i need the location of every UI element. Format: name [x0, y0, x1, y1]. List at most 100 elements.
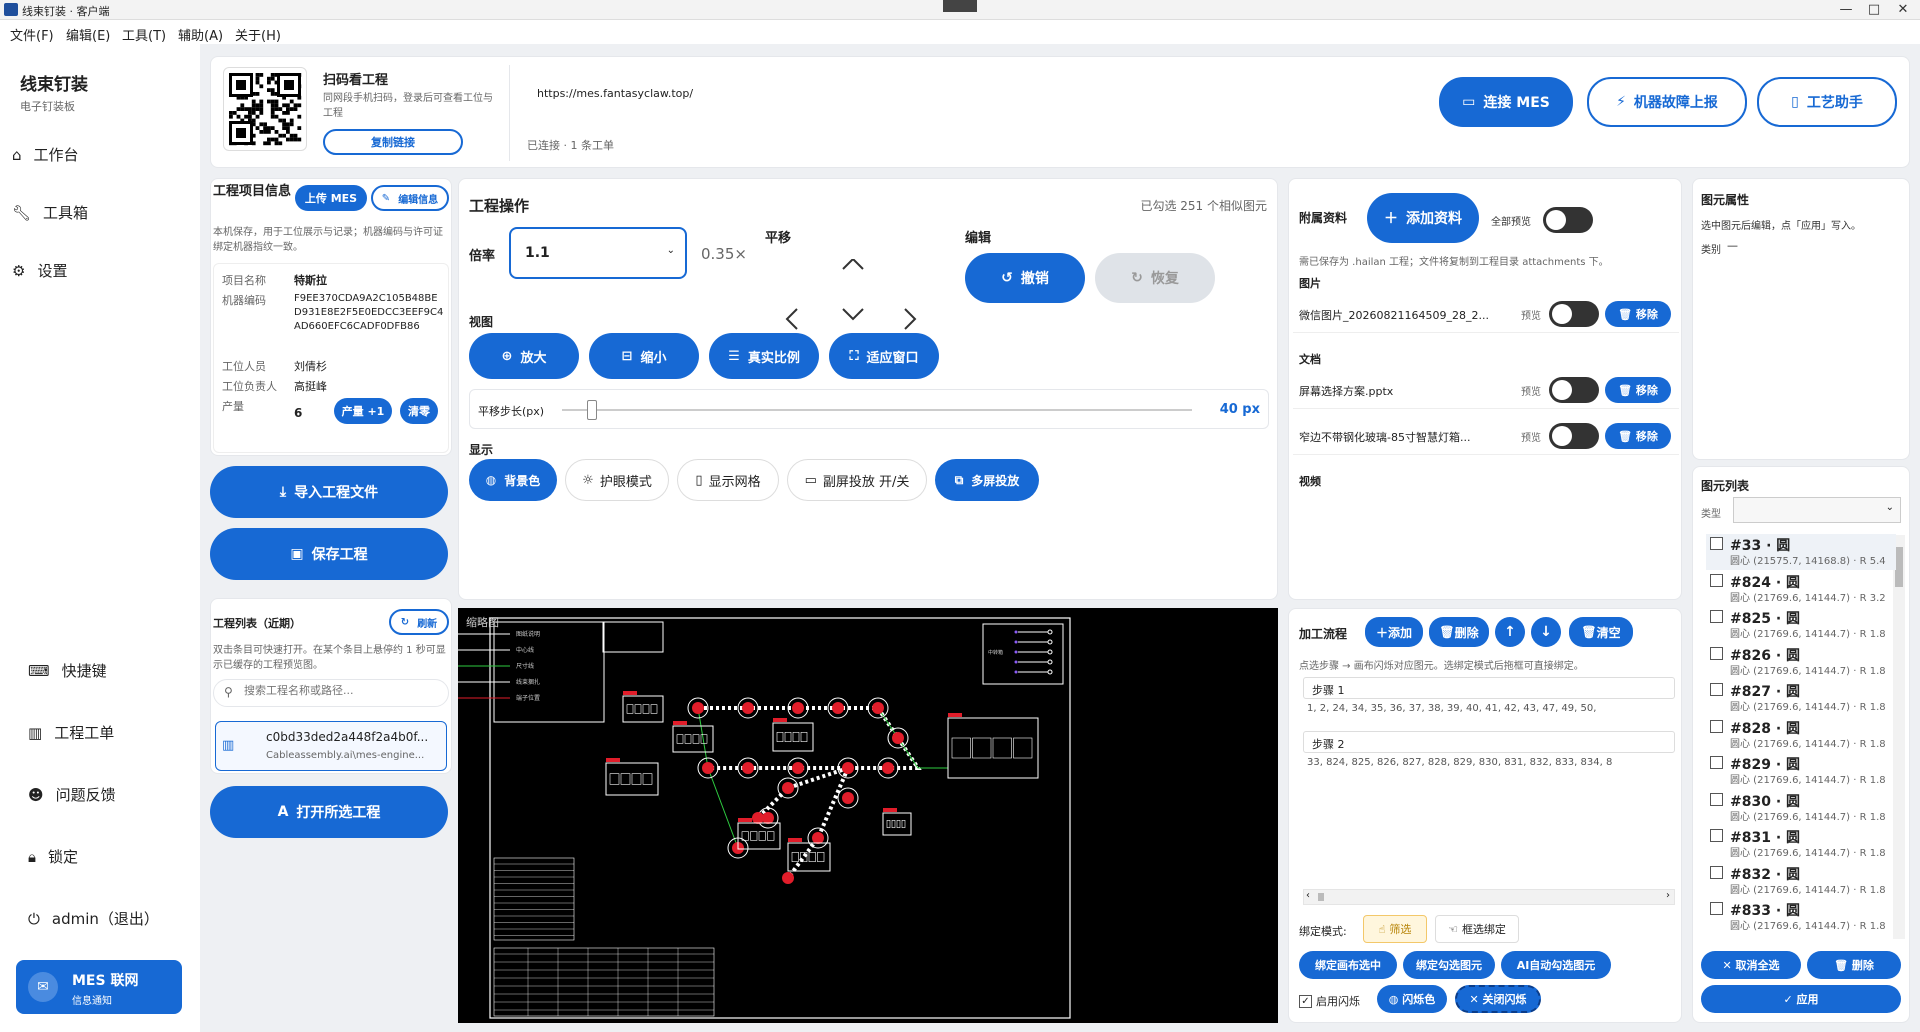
- remove-button[interactable]: 🗑︎ 移除: [1605, 377, 1671, 403]
- close-icon[interactable]: ✕: [1893, 2, 1913, 17]
- filter-button[interactable]: ☝︎ 筛选: [1363, 915, 1427, 943]
- element-row[interactable]: #829 · 圆圆心 (21769.6, 14144.7) · R 1.8: [1706, 753, 1896, 789]
- pan-left-icon[interactable]: [785, 308, 798, 330]
- bind-canvas-button[interactable]: 绑定画布选中: [1299, 951, 1397, 979]
- save-project-button[interactable]: ▣ 保存工程: [210, 528, 448, 580]
- copy-link-button[interactable]: 复制链接: [323, 129, 463, 155]
- scroll-thumb[interactable]: [1318, 893, 1324, 901]
- horizontal-scrollbar[interactable]: ‹ ›: [1303, 889, 1675, 905]
- nav-lock[interactable]: 🔒︎ 锁定: [28, 846, 78, 867]
- menu-edit[interactable]: 编辑(E): [66, 25, 110, 44]
- menu-about[interactable]: 关于(H): [235, 25, 281, 44]
- add-attachment-button[interactable]: ＋ 添加资料: [1367, 193, 1479, 243]
- project-search[interactable]: ⚲: [213, 679, 449, 707]
- checkbox[interactable]: [1710, 646, 1723, 660]
- checkbox[interactable]: [1710, 537, 1723, 550]
- clear-steps-button[interactable]: 🗑︎ 清空: [1569, 617, 1633, 647]
- remove-button[interactable]: 🗑︎ 移除: [1605, 423, 1671, 449]
- import-project-button[interactable]: ⤓ 导入工程文件: [210, 466, 448, 518]
- nav-settings[interactable]: ⚙ 设置: [12, 260, 67, 281]
- ai-select-button[interactable]: AI自动勾选图元: [1501, 951, 1611, 979]
- arrow-up-icon[interactable]: ↑: [1495, 617, 1525, 647]
- close-flash-button[interactable]: ✕ 关闭闪烁: [1455, 985, 1541, 1013]
- checkbox[interactable]: [1710, 610, 1723, 623]
- checkbox[interactable]: [1710, 756, 1723, 769]
- edit-info-button[interactable]: ✎ 编辑信息: [371, 185, 449, 211]
- pan-up-icon[interactable]: [842, 259, 864, 270]
- arrow-down-icon[interactable]: ↓: [1531, 617, 1561, 647]
- upload-mes-button[interactable]: 上传 MES: [295, 185, 367, 211]
- cancel-all-button[interactable]: ✕ 取消全选: [1701, 951, 1801, 979]
- add-step-button[interactable]: ＋添加: [1365, 617, 1423, 647]
- element-row[interactable]: #832 · 圆圆心 (21769.6, 14144.7) · R 1.8: [1706, 863, 1896, 899]
- report-fault-button[interactable]: ⚡︎ 机器故障上报: [1587, 77, 1747, 127]
- checkbox[interactable]: [1710, 902, 1723, 915]
- show-grid-button[interactable]: ▯ 显示网格: [677, 459, 779, 501]
- element-row[interactable]: #826 · 圆圆心 (21769.6, 14144.7) · R 1.8: [1706, 644, 1896, 680]
- preview-all-toggle[interactable]: [1543, 207, 1593, 233]
- slider-thumb[interactable]: [587, 400, 598, 420]
- preview-toggle[interactable]: [1549, 423, 1599, 449]
- step-item[interactable]: 步骤 1 1, 2, 24, 34, 35, 36, 37, 38, 39, 4…: [1303, 677, 1675, 721]
- maximize-icon[interactable]: □: [1864, 2, 1884, 17]
- element-row[interactable]: #824 · 圆圆心 (21769.6, 14144.7) · R 3.2: [1706, 571, 1896, 607]
- step-item[interactable]: 步骤 2 33, 824, 825, 826, 827, 828, 829, 8…: [1303, 731, 1675, 775]
- element-row[interactable]: #33 · 圆圆心 (21575.7, 14168.8) · R 5.4: [1706, 534, 1896, 570]
- menu-assist[interactable]: 辅助(A): [178, 25, 223, 44]
- checkbox[interactable]: [1710, 719, 1723, 733]
- bind-checked-button[interactable]: 绑定勾选图元: [1403, 951, 1495, 979]
- nav-toolbox[interactable]: 🔧︎ 工具箱: [12, 202, 88, 223]
- element-row[interactable]: #831 · 圆圆心 (21769.6, 14144.7) · R 1.8: [1706, 826, 1896, 862]
- search-input[interactable]: [244, 684, 444, 697]
- bg-color-button[interactable]: ◍ 背景色: [469, 459, 557, 501]
- element-row[interactable]: #830 · 圆圆心 (21769.6, 14144.7) · R 1.8: [1706, 790, 1896, 826]
- remove-button[interactable]: 🗑︎ 移除: [1605, 301, 1671, 327]
- scroll-left-icon[interactable]: ‹: [1306, 890, 1310, 901]
- scroll-right-icon[interactable]: ›: [1666, 890, 1670, 901]
- flash-enable-checkbox[interactable]: ✓ 启用闪烁: [1299, 993, 1360, 1009]
- multi-screen-button[interactable]: ⧉ 多屏投放: [935, 459, 1039, 501]
- preview-toggle[interactable]: [1549, 377, 1599, 403]
- flash-color-button[interactable]: ◍ 闪烁色: [1377, 985, 1447, 1013]
- nav-workbench[interactable]: ⌂ 工作台: [12, 144, 79, 165]
- nav-feedback[interactable]: ☻ 问题反馈: [28, 784, 116, 805]
- output-plus-button[interactable]: 产量 +1: [334, 398, 392, 424]
- output-clear-button[interactable]: 清零: [400, 398, 438, 424]
- mes-url[interactable]: https://mes.fantasyclaw.top/: [537, 87, 693, 100]
- type-filter-select[interactable]: ⌄: [1733, 497, 1901, 523]
- element-row[interactable]: #827 · 圆圆心 (21769.6, 14144.7) · R 1.8: [1706, 680, 1896, 716]
- real-scale-button[interactable]: ☰ 真实比例: [709, 333, 819, 379]
- open-project-button[interactable]: A 打开所选工程: [210, 786, 448, 838]
- checkbox[interactable]: [1710, 683, 1723, 696]
- zoom-out-button[interactable]: ⊟ 缩小: [589, 333, 699, 379]
- delete-step-button[interactable]: 🗑︎ 删除: [1429, 617, 1489, 647]
- undo-button[interactable]: ↺ 撤销: [965, 253, 1085, 303]
- zoom-in-button[interactable]: ⊕ 放大: [469, 333, 579, 379]
- refresh-button[interactable]: ↻ 刷新: [389, 609, 449, 635]
- menu-tools[interactable]: 工具(T): [122, 25, 166, 44]
- process-assistant-button[interactable]: ▯ 工艺助手: [1757, 77, 1897, 127]
- pan-down-icon[interactable]: [842, 308, 864, 321]
- nav-workorders[interactable]: ▥ 工程工单: [28, 722, 114, 743]
- nav-logout[interactable]: ⏻ admin（退出）: [28, 908, 159, 929]
- apply-button[interactable]: ✓ 应用: [1701, 985, 1901, 1013]
- element-row[interactable]: #833 · 圆圆心 (21769.6, 14144.7) · R 1.8: [1706, 899, 1896, 935]
- minimize-icon[interactable]: —: [1836, 2, 1856, 17]
- scroll-thumb[interactable]: [1895, 547, 1903, 587]
- nav-shortcuts[interactable]: ⌨ 快捷键: [28, 660, 107, 681]
- element-row[interactable]: #828 · 圆圆心 (21769.6, 14144.7) · R 1.8: [1706, 717, 1896, 753]
- delete-element-button[interactable]: 🗑︎ 删除: [1807, 951, 1901, 979]
- redo-button[interactable]: ↻ 恢复: [1095, 253, 1215, 303]
- drawing-canvas[interactable]: 缩略图 图纸说明 中心线 尺寸线 线束捆扎 端子位置 中转箱: [458, 608, 1278, 1023]
- fit-window-button[interactable]: ⛶ 适应窗口: [829, 333, 939, 379]
- zoom-select[interactable]: 1.1 ⌄: [509, 227, 687, 279]
- checkbox[interactable]: [1710, 792, 1723, 806]
- connect-mes-button[interactable]: ▭ 连接 MES: [1439, 77, 1573, 127]
- box-bind-button[interactable]: ☜ 框选绑定: [1435, 915, 1519, 943]
- checkbox[interactable]: [1710, 573, 1723, 587]
- slider-track[interactable]: [562, 409, 1192, 411]
- project-list-item[interactable]: ▥ c0bd33ded2a448f2a4b0f... Cableassembly…: [215, 721, 447, 771]
- element-row[interactable]: #825 · 圆圆心 (21769.6, 14144.7) · R 1.8: [1706, 607, 1896, 643]
- pan-right-icon[interactable]: [904, 308, 917, 330]
- menu-file[interactable]: 文件(F): [10, 25, 54, 44]
